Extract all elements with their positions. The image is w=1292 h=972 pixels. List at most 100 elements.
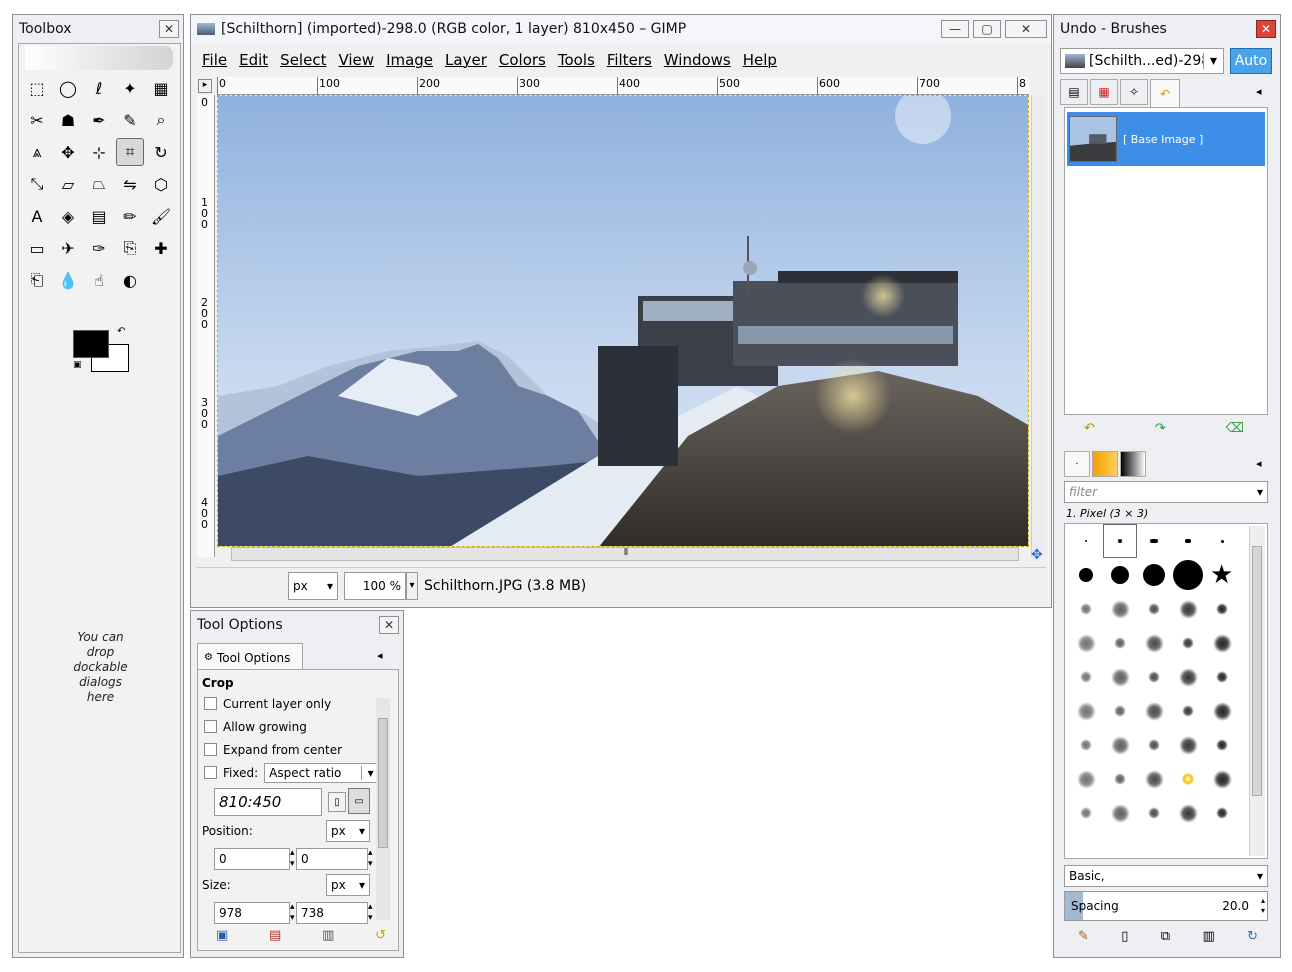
brush-preview[interactable] [1069,558,1103,592]
blur-icon[interactable]: 💧 [54,266,82,294]
menu-filters[interactable]: Filters [601,51,658,69]
menu-image[interactable]: Image [380,51,439,69]
tab-menu-icon[interactable]: ◂ [1256,85,1262,98]
paths-tab-icon[interactable]: ✧ [1120,79,1148,105]
zoom-icon[interactable]: ⌕ [147,106,175,134]
foreground-select-icon[interactable]: ☗ [54,106,82,134]
pencil-icon[interactable]: ✏ [116,202,144,230]
blend-icon[interactable]: ▤ [85,202,113,230]
menu-view[interactable]: View [332,51,380,69]
brush-scroll-thumb[interactable] [1252,546,1262,796]
brush-preview[interactable] [1103,796,1137,830]
spin-icon[interactable]: ▴ ▾ [290,848,295,870]
scissors-icon[interactable]: ✂ [23,106,51,134]
ratio-input[interactable]: 810:450 [214,788,322,816]
brush-preview[interactable] [1137,524,1171,558]
spin-icon[interactable]: ▴ ▾ [368,848,373,870]
brush-preview[interactable] [1069,796,1103,830]
fg-bg-colors[interactable]: ↶ ▣ [73,326,133,380]
rect-select-icon[interactable]: ⬚ [23,74,51,102]
undo-tab-icon[interactable]: ↶ [1150,79,1180,107]
brush-preview[interactable] [1069,626,1103,660]
close-icon[interactable]: ✕ [1256,20,1276,38]
auto-button[interactable]: Auto [1230,48,1272,74]
image-select[interactable]: [Schilth...ed)-298 ▾ [1060,48,1224,74]
brush-filter-input[interactable]: filter ▾ [1064,481,1268,503]
spin-icon[interactable]: ▴ ▾ [1261,896,1265,916]
spacing-slider[interactable]: Spacing 20.0 ▴ ▾ [1064,891,1268,921]
fuzzy-select-icon[interactable]: ✦ [116,74,144,102]
brush-preview[interactable] [1069,660,1103,694]
paintbrush-icon[interactable]: 🖌 [147,202,175,230]
check-expand-center[interactable]: Expand from center [204,738,380,761]
brush-preview[interactable] [1171,762,1205,796]
swap-colors-icon[interactable]: ↶ [117,326,125,337]
brush-preview[interactable] [1137,762,1171,796]
smudge-icon[interactable]: ☝ [85,266,113,294]
reset-icon[interactable]: ↺ [375,928,386,943]
dodge-burn-icon[interactable]: ◐ [116,266,144,294]
position-x-input[interactable]: 0 [214,848,290,870]
airbrush-icon[interactable]: ✈ [54,234,82,262]
portrait-icon[interactable]: ▯ [328,792,346,812]
perspective-icon[interactable]: ⏢ [85,170,113,198]
delete-icon[interactable]: ▥ [322,928,334,943]
default-colors-icon[interactable]: ▣ [73,360,82,370]
ink-icon[interactable]: ✑ [85,234,113,262]
heal-icon[interactable]: ✚ [147,234,175,262]
menu-colors[interactable]: Colors [493,51,552,69]
tab-tool-options[interactable]: ⚙ Tool Options [197,643,303,671]
channels-tab-icon[interactable]: ▦ [1090,79,1118,105]
menu-file[interactable]: File [196,51,233,69]
image-canvas[interactable] [217,95,1029,547]
brush-preset-select[interactable]: Basic, ▾ [1064,865,1268,887]
options-scrollbar[interactable] [376,698,390,920]
maximize-icon[interactable]: ▢ [973,20,1001,38]
tab-menu-icon[interactable]: ◂ [1256,457,1262,470]
brush-preview[interactable] [1137,728,1171,762]
brush-preview[interactable] [1103,524,1137,558]
brush-preview[interactable] [1205,728,1239,762]
undo-item-base-image[interactable]: [ Base Image ] [1067,112,1265,166]
brush-preview[interactable] [1171,728,1205,762]
refresh-brushes-icon[interactable]: ↻ [1247,929,1258,944]
spin-icon[interactable]: ▴ ▾ [368,902,373,924]
brush-preview[interactable] [1103,626,1137,660]
check-fixed[interactable]: Fixed: Aspect ratio ▾ [204,761,381,784]
brush-preview[interactable] [1103,660,1137,694]
brush-preview[interactable] [1205,626,1239,660]
crop-icon[interactable]: ⌗ [116,138,144,166]
position-unit-select[interactable]: px ▾ [326,820,370,842]
brush-preview[interactable] [1137,660,1171,694]
brush-preview[interactable] [1069,592,1103,626]
ellipse-select-icon[interactable]: ◯ [54,74,82,102]
spin-icon[interactable]: ▴ ▾ [290,902,295,924]
brush-preview[interactable] [1137,626,1171,660]
fixed-mode-select[interactable]: Aspect ratio ▾ [264,762,381,783]
edit-brush-icon[interactable]: ✎ [1078,929,1089,944]
vertical-scrollbar[interactable] [1031,95,1045,557]
undo-icon[interactable]: ↶ [1084,421,1095,436]
brush-preview[interactable] [1103,762,1137,796]
brush-preview[interactable] [1171,694,1205,728]
move-icon[interactable]: ✥ [54,138,82,166]
free-select-icon[interactable]: ℓ [85,74,113,102]
brush-preview[interactable] [1171,626,1205,660]
brush-preview[interactable] [1205,660,1239,694]
brush-preview[interactable] [1205,524,1239,558]
brush-preview[interactable] [1137,558,1171,592]
restore-icon[interactable]: ▤ [269,928,281,943]
brush-preview[interactable] [1069,694,1103,728]
brush-preview[interactable] [1137,796,1171,830]
brush-preview[interactable] [1205,694,1239,728]
clear-history-icon[interactable]: ⌫ [1226,421,1244,436]
brush-preview[interactable] [1171,592,1205,626]
options-scroll-thumb[interactable] [378,718,388,848]
unit-select[interactable]: px ▾ [288,571,338,600]
position-y-input[interactable]: 0 [296,848,368,870]
brush-preview[interactable] [1137,694,1171,728]
brush-preview[interactable] [1171,796,1205,830]
text-icon[interactable]: A [23,202,51,230]
zoom-dropdown-icon[interactable]: ▾ [406,571,418,600]
landscape-icon[interactable]: ▭ [348,788,370,814]
